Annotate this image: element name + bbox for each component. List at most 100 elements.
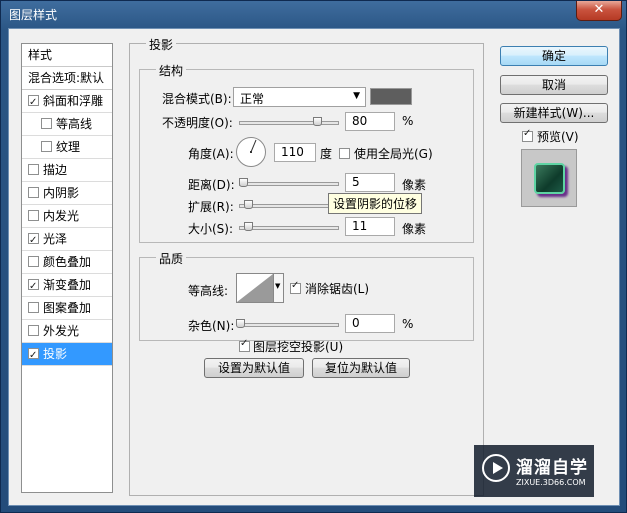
make-default-button[interactable]: 设置为默认值 — [204, 358, 304, 378]
styles-list: 样式 混合选项:默认 斜面和浮雕 等高线 纹理 描边 内阴影 — [21, 43, 113, 493]
anti-alias-label: 消除锯齿(L) — [305, 282, 370, 296]
distance-slider[interactable] — [239, 182, 339, 186]
style-item-bevel-emboss[interactable]: 斜面和浮雕 — [22, 90, 112, 114]
close-button[interactable]: ✕ — [576, 1, 622, 21]
play-logo-icon — [482, 454, 510, 482]
blending-options-item[interactable]: 混合选项:默认 — [22, 67, 112, 90]
opacity-label: 不透明度(O): — [162, 116, 233, 130]
gradient-overlay-checkbox[interactable] — [28, 276, 39, 298]
contour-picker[interactable] — [236, 273, 274, 303]
spread-slider-handle[interactable] — [244, 200, 253, 209]
satin-checkbox[interactable] — [28, 230, 39, 252]
style-item-label: 光泽 — [43, 232, 68, 246]
size-slider-handle[interactable] — [244, 222, 253, 231]
distance-slider-handle[interactable] — [239, 178, 248, 187]
quality-group: 品质 等高线: ▼ 消除锯齿(L) 杂色(N): 0 % — [139, 250, 474, 341]
reset-default-button[interactable]: 复位为默认值 — [312, 358, 410, 378]
angle-unit: 度 — [320, 147, 333, 161]
knockout-checkbox[interactable] — [239, 338, 250, 352]
chevron-down-icon: ▼ — [353, 91, 360, 101]
noise-input[interactable]: 0 — [345, 314, 395, 333]
section-title: 投影 — [146, 36, 177, 53]
opacity-slider-handle[interactable] — [313, 117, 322, 126]
style-item-color-overlay[interactable]: 颜色叠加 — [22, 251, 112, 274]
style-item-label: 渐变叠加 — [43, 278, 92, 292]
style-item-texture[interactable]: 纹理 — [22, 136, 112, 159]
angle-input[interactable]: 110 — [274, 143, 316, 162]
layer-style-dialog: 图层样式 ✕ 样式 混合选项:默认 斜面和浮雕 等高线 纹理 描边 — [0, 0, 627, 513]
new-style-button[interactable]: 新建样式(W)... — [500, 103, 608, 123]
watermark-url: ZIXUE.3D66.COM — [516, 478, 586, 487]
style-item-label: 投影 — [43, 347, 68, 361]
shadow-color-swatch[interactable] — [370, 88, 412, 105]
spread-slider[interactable] — [239, 204, 339, 208]
color-overlay-checkbox[interactable] — [28, 256, 39, 267]
bevel-emboss-checkbox[interactable] — [28, 92, 39, 114]
style-item-label: 等高线 — [56, 117, 93, 131]
spread-label: 扩展(R): — [188, 200, 234, 214]
style-item-gradient-overlay[interactable]: 渐变叠加 — [22, 274, 112, 298]
style-item-contour[interactable]: 等高线 — [22, 113, 112, 136]
quality-title: 品质 — [156, 250, 187, 267]
texture-checkbox[interactable] — [41, 141, 52, 152]
distance-unit: 像素 — [402, 178, 427, 192]
watermark-name: 溜溜自学 — [516, 458, 588, 478]
style-item-label: 图案叠加 — [43, 301, 92, 315]
styles-header[interactable]: 样式 — [22, 44, 112, 67]
opacity-unit: % — [402, 114, 414, 128]
style-item-label: 内发光 — [43, 209, 80, 223]
dialog-client: 样式 混合选项:默认 斜面和浮雕 等高线 纹理 描边 内阴影 — [8, 28, 620, 506]
style-item-inner-shadow[interactable]: 内阴影 — [22, 182, 112, 205]
style-item-outer-glow[interactable]: 外发光 — [22, 320, 112, 343]
style-item-label: 颜色叠加 — [43, 255, 92, 269]
style-item-label: 斜面和浮雕 — [43, 94, 104, 108]
cancel-button[interactable]: 取消 — [500, 75, 608, 95]
preview-checkbox[interactable] — [522, 128, 533, 142]
contour-checkbox[interactable] — [41, 118, 52, 129]
blend-mode-select[interactable]: 正常 ▼ — [233, 87, 366, 107]
drop-shadow-panel: 投影 结构 混合模式(B): 正常 ▼ 不透明度(O): 80 % 角度(A): — [129, 36, 484, 496]
stroke-checkbox[interactable] — [28, 164, 39, 175]
inner-shadow-checkbox[interactable] — [28, 187, 39, 198]
angle-dial[interactable] — [236, 137, 266, 167]
ok-button[interactable]: 确定 — [500, 46, 608, 66]
style-item-label: 内阴影 — [43, 186, 80, 200]
opacity-input[interactable]: 80 — [345, 112, 395, 131]
style-item-drop-shadow[interactable]: 投影 — [22, 343, 112, 367]
style-item-pattern-overlay[interactable]: 图案叠加 — [22, 297, 112, 320]
structure-group: 结构 混合模式(B): 正常 ▼ 不透明度(O): 80 % 角度(A): 11… — [139, 62, 474, 243]
structure-title: 结构 — [156, 62, 187, 79]
watermark: 溜溜自学 ZIXUE.3D66.COM — [474, 445, 594, 497]
drop-shadow-checkbox[interactable] — [28, 345, 39, 367]
angle-label: 角度(A): — [188, 147, 234, 161]
noise-label: 杂色(N): — [188, 319, 235, 333]
size-input[interactable]: 11 — [345, 217, 395, 236]
distance-input[interactable]: 5 — [345, 173, 395, 192]
style-item-inner-glow[interactable]: 内发光 — [22, 205, 112, 228]
global-light-label: 使用全局光(G) — [354, 147, 433, 161]
contour-dropdown[interactable]: ▼ — [274, 273, 284, 303]
blend-mode-value: 正常 — [240, 92, 265, 106]
inner-glow-checkbox[interactable] — [28, 210, 39, 221]
window-title: 图层样式 — [9, 8, 58, 22]
noise-slider[interactable] — [239, 323, 339, 327]
anti-alias-checkbox[interactable] — [290, 280, 301, 294]
style-item-label: 描边 — [43, 163, 68, 177]
style-item-satin[interactable]: 光泽 — [22, 228, 112, 252]
style-item-label: 纹理 — [56, 140, 81, 154]
noise-slider-handle[interactable] — [236, 319, 245, 328]
style-preview — [521, 149, 577, 207]
knockout-label: 图层挖空投影(U) — [253, 340, 344, 354]
global-light-checkbox[interactable] — [339, 148, 350, 159]
opacity-slider[interactable] — [239, 121, 339, 125]
noise-unit: % — [402, 317, 414, 331]
outer-glow-checkbox[interactable] — [28, 325, 39, 336]
angle-dial-needle-icon — [250, 139, 257, 153]
pattern-overlay-checkbox[interactable] — [28, 302, 39, 313]
distance-tooltip: 设置阴影的位移 — [328, 193, 423, 214]
style-item-stroke[interactable]: 描边 — [22, 159, 112, 182]
title-bar[interactable]: 图层样式 ✕ — [1, 1, 626, 27]
size-slider[interactable] — [239, 226, 339, 230]
size-unit: 像素 — [402, 222, 427, 236]
distance-label: 距离(D): — [188, 178, 235, 192]
